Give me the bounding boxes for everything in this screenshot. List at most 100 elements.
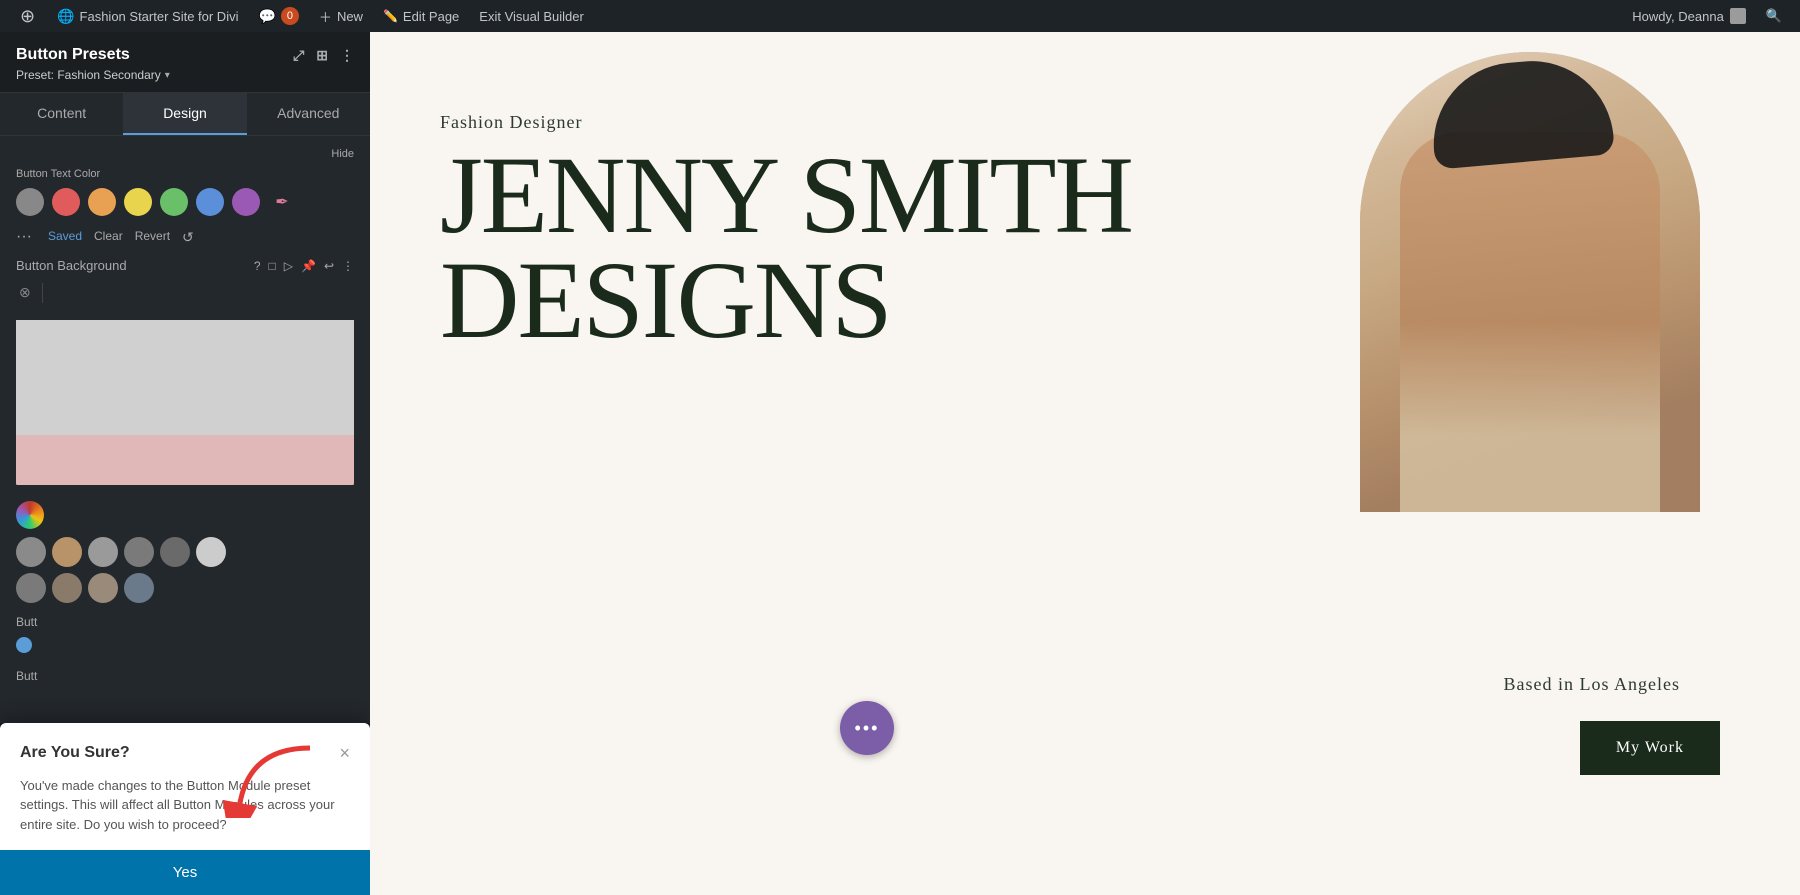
user-greeting[interactable]: Howdy, Deanna — [1622, 8, 1756, 24]
help-icon[interactable]: ? — [254, 259, 261, 273]
button-section-label: Butt — [16, 615, 354, 629]
my-work-button[interactable]: My Work — [1580, 721, 1720, 775]
edit-page-label: Edit Page — [403, 9, 459, 24]
grad-swatch-6[interactable] — [196, 537, 226, 567]
tab-design-label: Design — [163, 105, 207, 121]
gradient-swatches-row1 — [16, 537, 354, 567]
wp-admin-bar: ⊕ 🌐 Fashion Starter Site for Divi 💬 0 ＋ … — [0, 0, 1800, 32]
panel-title-text: Button Presets — [16, 46, 130, 64]
grad-swatch-9[interactable] — [88, 573, 118, 603]
site-icon: 🌐 — [57, 8, 74, 25]
site-name-button[interactable]: 🌐 Fashion Starter Site for Divi — [47, 0, 248, 32]
preset-dropdown-icon: ▾ — [165, 70, 170, 81]
revert-label[interactable]: Revert — [135, 229, 170, 246]
button-bg-row: Button Background ? □ ▷ 📌 ↩ ⋮ — [16, 258, 354, 273]
more-icon[interactable]: ⋮ — [342, 259, 354, 273]
grad-swatch-5[interactable] — [160, 537, 190, 567]
grad-swatch-1[interactable] — [16, 537, 46, 567]
bg-type-icons: ⊗ — [16, 281, 354, 304]
color-swatch-blue[interactable] — [196, 188, 224, 216]
exit-builder-label: Exit Visual Builder — [479, 9, 584, 24]
save-row: ··· Saved Clear Revert ↺ — [16, 228, 354, 246]
confirmation-modal: Are You Sure? × You've made changes to t… — [0, 723, 370, 895]
preset-label-text: Preset: Fashion Secondary — [16, 68, 161, 82]
panel-tabs: Content Design Advanced — [0, 93, 370, 136]
undo-icon[interactable]: ↩ — [324, 259, 334, 273]
color-pen-icon[interactable]: ✒ — [268, 188, 296, 216]
columns-icon[interactable]: ⊞ — [316, 47, 328, 64]
color-swatch-yellow[interactable] — [124, 188, 152, 216]
fashion-title: JENNY SMITH DESIGNS — [440, 143, 1132, 352]
site-name-label: Fashion Starter Site for Divi — [80, 9, 239, 24]
dots-icon: ··· — [16, 228, 32, 246]
modal-title: Are You Sure? — [20, 744, 130, 762]
button-text-color-label: Button Text Color — [16, 168, 354, 180]
panel-title-row: Button Presets ⤢ ⊞ ⋮ — [16, 46, 354, 64]
user-avatar — [1730, 8, 1746, 24]
mobile-icon[interactable]: □ — [269, 259, 276, 273]
modal-yes-button[interactable]: Yes — [0, 850, 370, 895]
modal-body-text: You've made changes to the Button Module… — [20, 776, 350, 835]
search-icon: 🔍 — [1766, 8, 1782, 24]
purple-fab-button[interactable]: ••• — [840, 701, 894, 755]
grad-swatch-3[interactable] — [88, 537, 118, 567]
edit-page-button[interactable]: ✏️ Edit Page — [373, 0, 469, 32]
preview-top — [16, 320, 354, 435]
saved-label[interactable]: Saved — [48, 229, 82, 246]
tab-advanced-label: Advanced — [277, 105, 339, 121]
preset-selector[interactable]: Preset: Fashion Secondary ▾ — [16, 68, 354, 82]
color-wheel-icon[interactable] — [16, 501, 44, 529]
unlink-icon[interactable]: ⊗ — [16, 281, 34, 304]
search-button[interactable]: 🔍 — [1756, 0, 1792, 32]
panel-title-icons: ⤢ ⊞ ⋮ — [293, 47, 354, 64]
color-swatch-purple[interactable] — [232, 188, 260, 216]
color-swatch-gray[interactable] — [16, 188, 44, 216]
reset-icon[interactable]: ↺ — [182, 229, 194, 246]
fab-dots-icon: ••• — [855, 718, 880, 739]
comment-count-badge: 0 — [281, 7, 299, 25]
panel-header: Button Presets ⤢ ⊞ ⋮ Preset: Fashion Sec… — [0, 32, 370, 93]
color-swatch-orange[interactable] — [88, 188, 116, 216]
color-swatch-red[interactable] — [52, 188, 80, 216]
wp-logo-button[interactable]: ⊕ — [8, 0, 47, 32]
fashion-subtitle: Fashion Designer — [440, 112, 1132, 133]
grad-swatch-10[interactable] — [124, 573, 154, 603]
main-layout: Button Presets ⤢ ⊞ ⋮ Preset: Fashion Sec… — [0, 32, 1800, 895]
modal-close-button[interactable]: × — [339, 743, 350, 764]
new-button[interactable]: ＋ New — [309, 0, 373, 32]
grad-swatch-7[interactable] — [16, 573, 46, 603]
divider — [42, 283, 43, 303]
fashion-title-line2: DESIGNS — [440, 239, 891, 361]
grad-swatch-4[interactable] — [124, 537, 154, 567]
button-section-label2: Butt — [16, 669, 354, 683]
new-label: New — [337, 9, 363, 24]
modal-header: Are You Sure? × — [20, 743, 350, 764]
grad-swatch-8[interactable] — [52, 573, 82, 603]
button-color-dot — [16, 637, 32, 653]
preview-bottom — [16, 435, 354, 485]
grad-swatch-2[interactable] — [52, 537, 82, 567]
tab-advanced[interactable]: Advanced — [247, 93, 370, 135]
exit-builder-button[interactable]: Exit Visual Builder — [469, 0, 594, 32]
left-panel: Button Presets ⤢ ⊞ ⋮ Preset: Fashion Sec… — [0, 32, 370, 895]
hero-image — [1360, 52, 1700, 512]
pencil-icon: ✏️ — [383, 9, 398, 23]
tab-design[interactable]: Design — [123, 93, 246, 135]
tablet-icon[interactable]: ▷ — [284, 259, 293, 273]
fashion-text-content: Fashion Designer JENNY SMITH DESIGNS — [440, 112, 1132, 352]
canvas-area: Fashion Designer JENNY SMITH DESIGNS Bas… — [370, 32, 1800, 895]
pin-icon[interactable]: 📌 — [301, 259, 316, 273]
tab-content[interactable]: Content — [0, 93, 123, 135]
more-options-icon[interactable]: ⋮ — [340, 47, 354, 64]
comment-bubble-icon: 💬 — [258, 8, 275, 25]
modal-overlay: Are You Sure? × You've made changes to t… — [0, 723, 370, 895]
color-swatch-green[interactable] — [160, 188, 188, 216]
fullscreen-icon[interactable]: ⤢ — [293, 47, 304, 64]
gradient-swatches-row2 — [16, 573, 354, 603]
hero-image-inner — [1360, 52, 1700, 512]
tab-content-label: Content — [37, 105, 86, 121]
comments-button[interactable]: 💬 0 — [248, 0, 308, 32]
bg-label: Button Background — [16, 258, 246, 273]
based-text: Based in Los Angeles — [1504, 674, 1680, 695]
clear-label[interactable]: Clear — [94, 229, 123, 246]
